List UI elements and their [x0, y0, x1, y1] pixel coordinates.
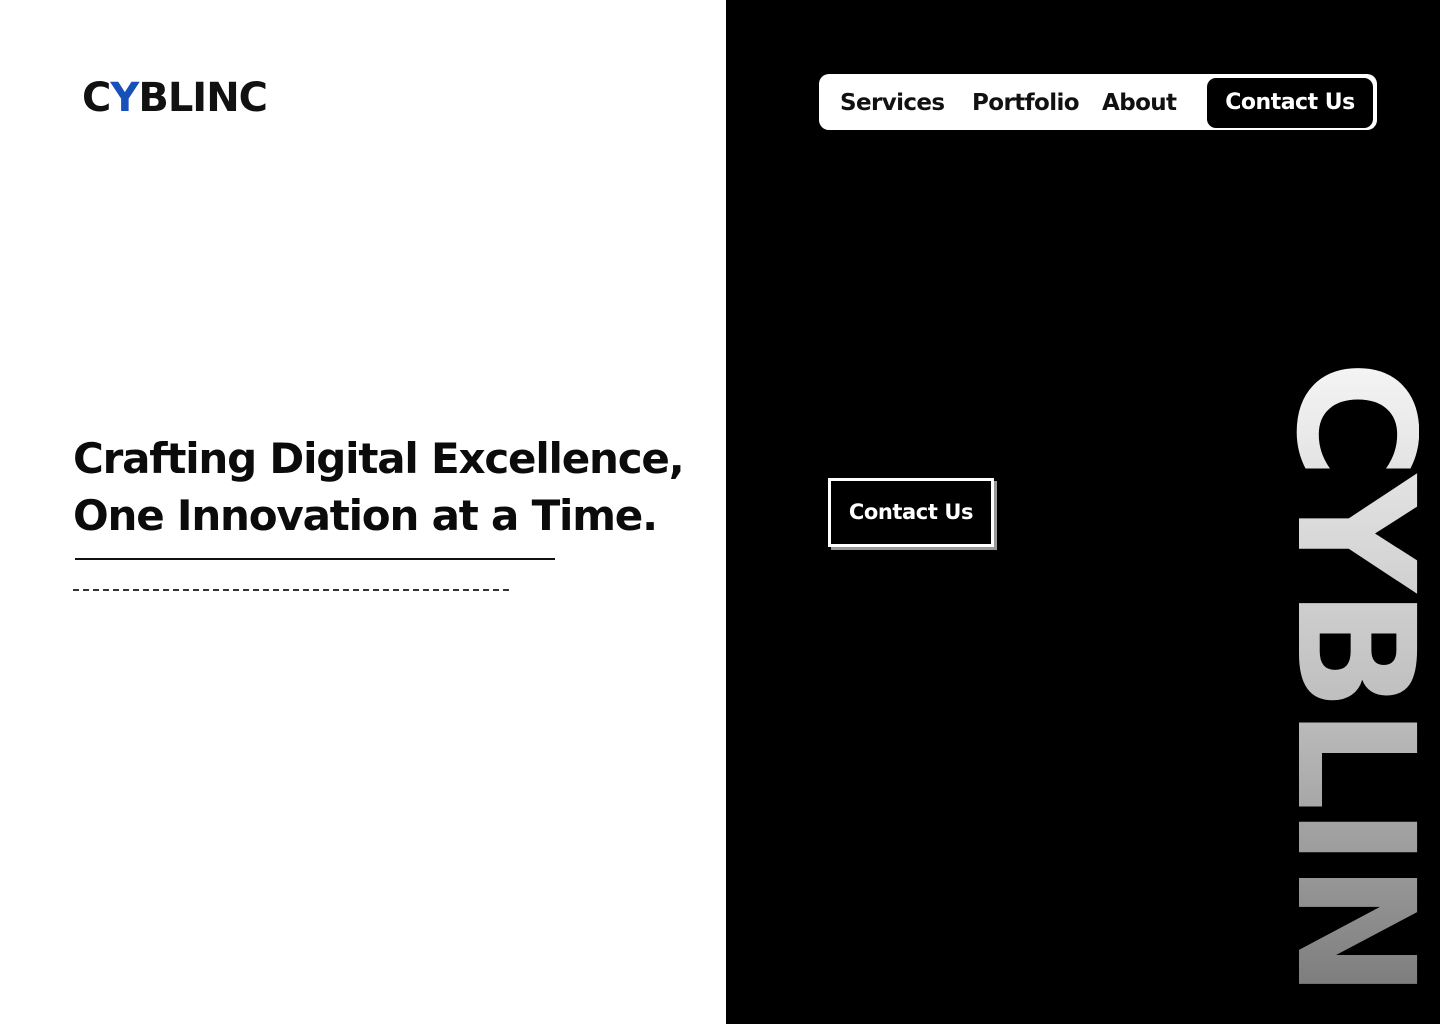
logo[interactable]: CYBLINC: [82, 74, 268, 122]
divider-dashed: [73, 589, 509, 591]
hero-headline: Crafting Digital Excellence, One Innovat…: [73, 430, 685, 544]
hero-headline-line1: Crafting Digital Excellence,: [73, 434, 685, 483]
logo-suffix: BLINC: [138, 75, 268, 121]
right-panel: Services Portfolio About Contact Us Cont…: [726, 0, 1440, 1024]
nav-item-about[interactable]: About: [1102, 88, 1177, 118]
logo-accent: Y: [110, 75, 139, 121]
vertical-wordmark-text: CYBLINC: [1260, 360, 1440, 1024]
left-panel: CYBLINC Crafting Digital Excellence, One…: [0, 0, 726, 1024]
contact-us-button[interactable]: Contact Us: [828, 478, 994, 547]
logo-prefix: C: [82, 75, 111, 121]
top-nav: Services Portfolio About Contact Us: [819, 74, 1377, 130]
landing-page: CYBLINC Crafting Digital Excellence, One…: [0, 0, 1440, 1024]
vertical-wordmark: CYBLINC: [1260, 360, 1440, 1024]
nav-item-portfolio[interactable]: Portfolio: [972, 88, 1080, 118]
nav-contact-button[interactable]: Contact Us: [1207, 78, 1373, 128]
nav-item-services[interactable]: Services: [840, 88, 945, 118]
hero-headline-line2: One Innovation at a Time.: [73, 491, 658, 540]
divider-solid: [75, 558, 555, 560]
